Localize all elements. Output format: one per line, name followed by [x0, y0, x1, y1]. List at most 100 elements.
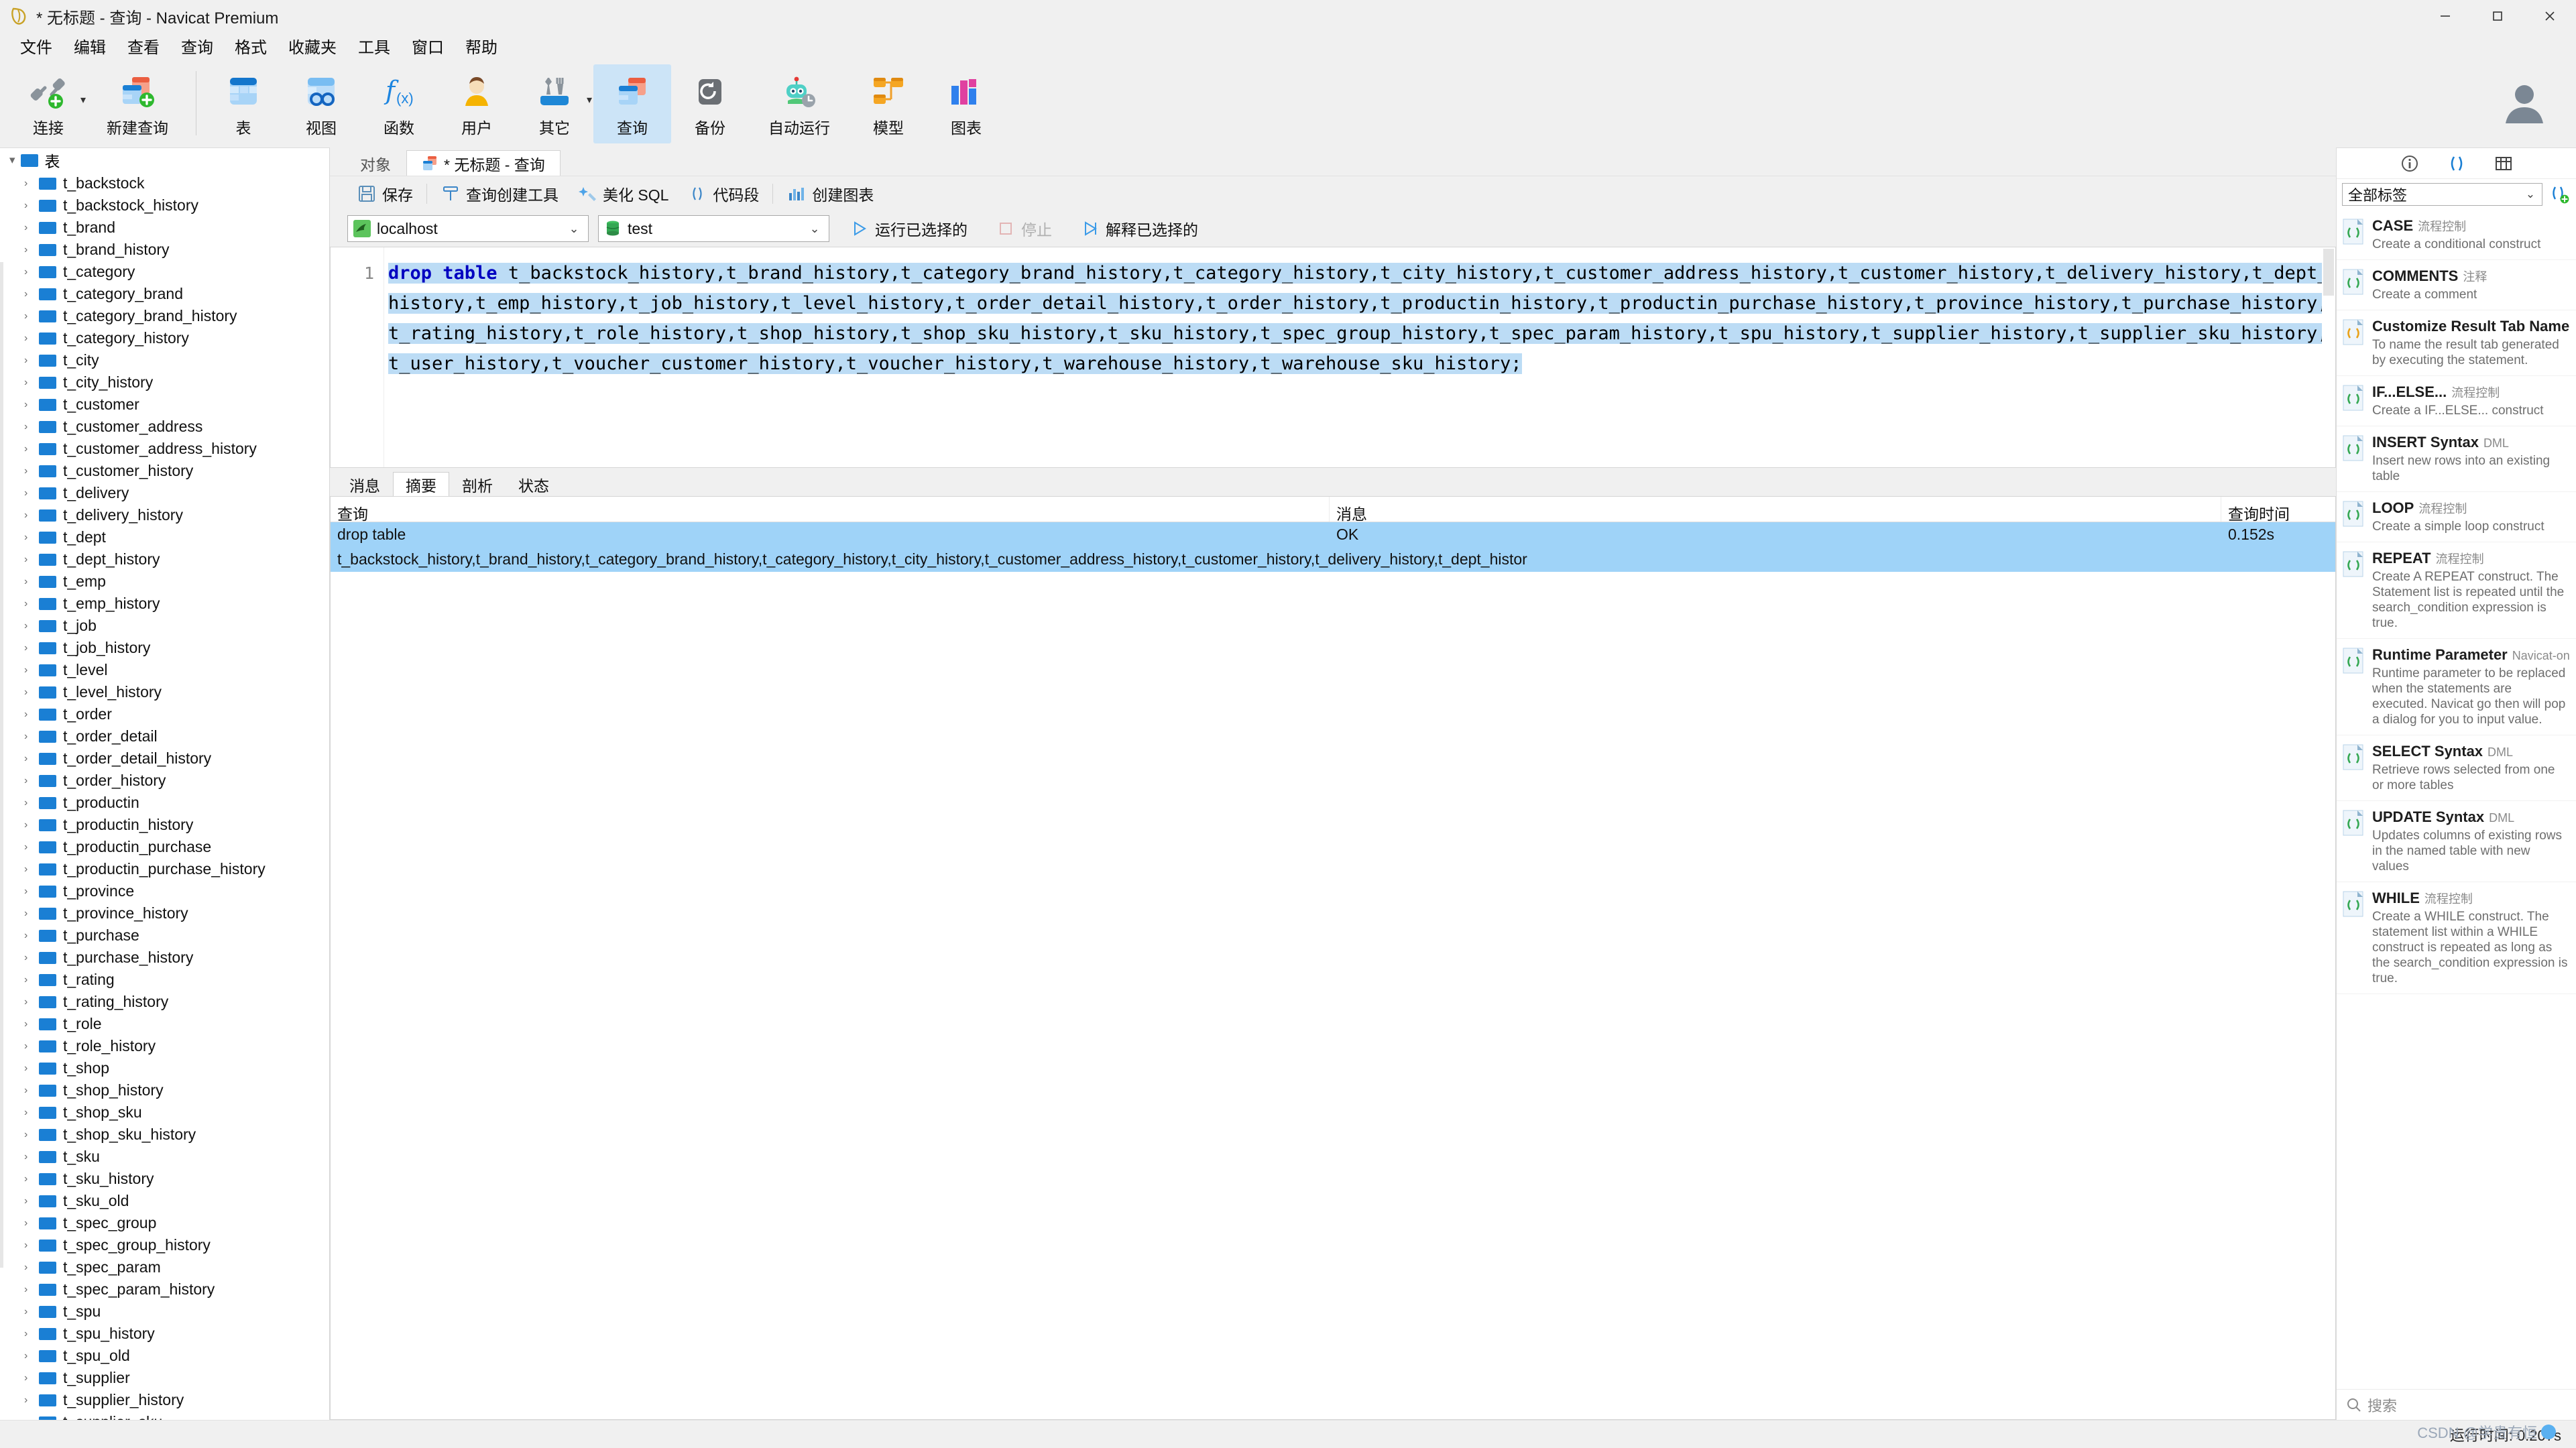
tree-item-t_shop[interactable]: › t_shop	[0, 1057, 329, 1079]
menu-favorites[interactable]: 收藏夹	[278, 32, 347, 60]
chevron-right-icon[interactable]: ›	[24, 1085, 39, 1097]
chevron-right-icon[interactable]: ›	[24, 487, 39, 499]
snippet-tag-select[interactable]: 全部标签 ⌄	[2342, 183, 2542, 206]
column-header-message[interactable]: 消息	[1330, 497, 2221, 523]
chevron-right-icon[interactable]: ›	[24, 1306, 39, 1318]
chevron-right-icon[interactable]: ›	[24, 1262, 39, 1274]
list-item[interactable]: SELECT Syntax DML Retrieve rows selected f…	[2337, 735, 2576, 801]
chevron-right-icon[interactable]: ›	[24, 310, 39, 322]
toolbar-user[interactable]: 用户	[438, 64, 516, 143]
tree-item-t_province[interactable]: › t_province	[0, 880, 329, 902]
column-header-query[interactable]: 查询	[331, 497, 1330, 523]
tree-item-t_dept[interactable]: › t_dept	[0, 526, 329, 548]
chevron-right-icon[interactable]: ›	[24, 775, 39, 787]
chevron-right-icon[interactable]: ›	[24, 421, 39, 433]
chevron-right-icon[interactable]: ›	[24, 863, 39, 876]
chevron-right-icon[interactable]: ›	[24, 554, 39, 566]
tree-item-t_backstock_history[interactable]: › t_backstock_history	[0, 194, 329, 217]
list-item[interactable]: WHILE 流程控制 Create a WHILE construct. The s…	[2337, 882, 2576, 994]
menu-tools[interactable]: 工具	[347, 32, 401, 60]
toolbar-other[interactable]: 其它 ▾	[516, 64, 593, 143]
run-selected-button[interactable]: 运行已选择的	[841, 215, 976, 243]
tree-item-t_category_history[interactable]: › t_category_history	[0, 327, 329, 349]
query-builder-button[interactable]: 查询创建工具	[431, 180, 568, 208]
chevron-down-icon[interactable]: ⌄	[2522, 188, 2539, 201]
structure-tab[interactable]	[2490, 152, 2517, 176]
tree-item-t_sku_old[interactable]: › t_sku_old	[0, 1190, 329, 1212]
toolbar-model[interactable]: 模型	[850, 64, 927, 143]
beautify-sql-button[interactable]: 美化 SQL	[568, 180, 678, 208]
tree-item-t_spu_history[interactable]: › t_spu_history	[0, 1323, 329, 1345]
sql-editor[interactable]: 1 drop table t_backstock_history,t_brand…	[330, 247, 2336, 468]
chevron-right-icon[interactable]: ›	[24, 642, 39, 654]
tree-item-t_purchase[interactable]: › t_purchase	[0, 924, 329, 947]
list-item[interactable]: COMMENTS 注释 Create a comment	[2337, 260, 2576, 310]
tree-item-t_supplier_history[interactable]: › t_supplier_history	[0, 1389, 329, 1411]
tree-item-t_order[interactable]: › t_order	[0, 703, 329, 725]
chevron-right-icon[interactable]: ›	[24, 930, 39, 942]
save-button[interactable]: 保存	[347, 180, 422, 208]
create-chart-button[interactable]: 创建图表	[777, 180, 883, 208]
chevron-right-icon[interactable]: ›	[24, 576, 39, 588]
list-item[interactable]: UPDATE Syntax DML Updates columns of exist…	[2337, 801, 2576, 882]
chevron-right-icon[interactable]: ›	[24, 1107, 39, 1119]
tree-item-t_spec_group[interactable]: › t_spec_group	[0, 1212, 329, 1234]
chevron-right-icon[interactable]: ›	[24, 1018, 39, 1030]
tree-item-t_order_detail_history[interactable]: › t_order_detail_history	[0, 747, 329, 770]
tree-item-t_backstock[interactable]: › t_backstock	[0, 172, 329, 194]
menu-query[interactable]: 查询	[170, 32, 224, 60]
chevron-right-icon[interactable]: ›	[24, 620, 39, 632]
chevron-right-icon[interactable]: ›	[24, 664, 39, 676]
toolbar-connection[interactable]: 连接 ▾	[9, 64, 87, 143]
chevron-right-icon[interactable]: ›	[24, 1063, 39, 1075]
tree-item-t_customer_address_history[interactable]: › t_customer_address_history	[0, 438, 329, 460]
tree-item-t_role[interactable]: › t_role	[0, 1013, 329, 1035]
result-tab-profile[interactable]: 剖析	[449, 472, 506, 496]
tree-item-t_productin_purchase[interactable]: › t_productin_purchase	[0, 836, 329, 858]
table-list[interactable]: › t_backstock › t_backstock_history › t_brand…	[0, 172, 329, 1420]
tree-item-t_spu[interactable]: › t_spu	[0, 1301, 329, 1323]
database-select[interactable]: test ⌄	[598, 215, 829, 242]
tab-untitled-query[interactable]: * 无标题 - 查询	[406, 150, 561, 176]
tree-item-t_spec_param[interactable]: › t_spec_param	[0, 1256, 329, 1278]
results-grid[interactable]: 查询 消息 查询时间 drop table OK 0.152s t_backst…	[330, 496, 2336, 1420]
chevron-right-icon[interactable]: ›	[24, 819, 39, 831]
result-tab-messages[interactable]: 消息	[337, 472, 393, 496]
tree-item-t_job[interactable]: › t_job	[0, 615, 329, 637]
chevron-right-icon[interactable]: ›	[24, 1350, 39, 1362]
tree-item-t_level_history[interactable]: › t_level_history	[0, 681, 329, 703]
menu-window[interactable]: 窗口	[401, 32, 455, 60]
chevron-right-icon[interactable]: ›	[24, 598, 39, 610]
chevron-right-icon[interactable]: ›	[24, 222, 39, 234]
tree-item-t_delivery[interactable]: › t_delivery	[0, 482, 329, 504]
tree-item-t_spu_old[interactable]: › t_spu_old	[0, 1345, 329, 1367]
tree-item-t_emp[interactable]: › t_emp	[0, 570, 329, 593]
tree-item-t_customer[interactable]: › t_customer	[0, 394, 329, 416]
tree-item-t_rating_history[interactable]: › t_rating_history	[0, 991, 329, 1013]
toolbar-query[interactable]: 查询	[593, 64, 671, 143]
chevron-right-icon[interactable]: ›	[24, 841, 39, 853]
tree-item-t_productin[interactable]: › t_productin	[0, 792, 329, 814]
list-item[interactable]: Runtime ParameterNavicat-only Syntax Runt…	[2337, 639, 2576, 735]
chevron-right-icon[interactable]: ›	[24, 377, 39, 389]
tree-item-t_supplier_sku[interactable]: › t_supplier_sku	[0, 1411, 329, 1420]
chevron-right-icon[interactable]: ›	[24, 1173, 39, 1185]
toolbar-new-query[interactable]: 新建查询	[87, 64, 188, 143]
tree-item-t_shop_history[interactable]: › t_shop_history	[0, 1079, 329, 1101]
chevron-right-icon[interactable]: ›	[24, 1328, 39, 1340]
info-tab[interactable]	[2396, 152, 2423, 176]
table-row[interactable]: drop table OK 0.152s	[331, 522, 2335, 547]
tree-item-t_brand[interactable]: › t_brand	[0, 217, 329, 239]
list-item[interactable]: IF...ELSE... 流程控制 Create a IF...ELSE... co…	[2337, 376, 2576, 426]
chevron-right-icon[interactable]: ›	[24, 731, 39, 743]
chevron-right-icon[interactable]: ›	[24, 355, 39, 367]
chevron-right-icon[interactable]: ›	[24, 465, 39, 477]
tree-item-t_brand_history[interactable]: › t_brand_history	[0, 239, 329, 261]
chevron-right-icon[interactable]: ›	[24, 1129, 39, 1141]
chevron-right-icon[interactable]: ›	[24, 797, 39, 809]
explain-selected-button[interactable]: 解释已选择的	[1072, 215, 1206, 243]
chevron-right-icon[interactable]: ›	[24, 333, 39, 345]
tree-item-t_spec_group_history[interactable]: › t_spec_group_history	[0, 1234, 329, 1256]
tree-root-node[interactable]: ▾ 表	[0, 148, 329, 172]
chevron-right-icon[interactable]: ›	[24, 908, 39, 920]
